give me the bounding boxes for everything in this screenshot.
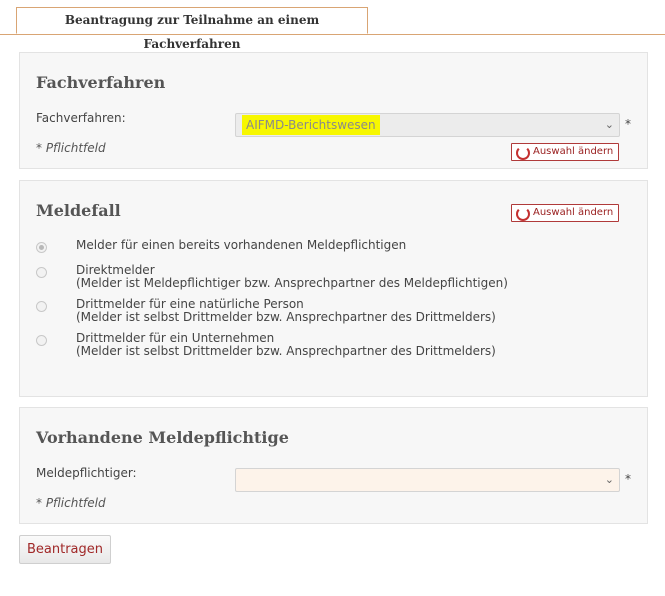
- section-title-fachverfahren: Fachverfahren: [36, 73, 166, 92]
- meldefall-option-label: Drittmelder für ein Unternehmen (Melder …: [76, 331, 496, 358]
- chevron-down-icon: ⌄: [604, 118, 614, 131]
- change-selection-label: Auswahl ändern: [533, 146, 614, 157]
- fachverfahren-selected-value: AIFMD-Berichtswesen: [242, 114, 380, 136]
- fachverfahren-select[interactable]: AIFMD-Berichtswesen ⌄: [235, 113, 620, 137]
- required-note: * Pflichtfeld: [36, 141, 106, 155]
- meldefall-option[interactable]: Drittmelder für eine natürliche Person (…: [36, 298, 636, 326]
- meldefall-option-label: Direktmelder (Melder ist Meldepflichtige…: [76, 263, 508, 290]
- fachverfahren-label: Fachverfahren:: [36, 111, 126, 125]
- tab-underline: [0, 34, 665, 35]
- meldefall-option-label: Melder für einen bereits vorhandenen Mel…: [76, 238, 407, 252]
- refresh-icon: [516, 146, 530, 160]
- radio-button[interactable]: [36, 335, 47, 346]
- change-selection-button-fachverfahren[interactable]: Auswahl ändern: [511, 143, 619, 161]
- section-title-meldepflichtige: Vorhandene Meldepflichtige: [36, 428, 289, 447]
- submit-button[interactable]: Beantragen: [19, 535, 111, 564]
- required-mark: *: [625, 472, 631, 486]
- meldefall-option[interactable]: Melder für einen bereits vorhandenen Mel…: [36, 239, 636, 253]
- meldefall-option[interactable]: Drittmelder für ein Unternehmen (Melder …: [36, 332, 636, 360]
- chevron-down-icon: ⌄: [604, 473, 614, 486]
- section-title-meldefall: Meldefall: [36, 201, 121, 220]
- refresh-icon: [516, 207, 530, 221]
- tab-beantragung[interactable]: Beantragung zur Teilnahme an einem Fachv…: [16, 7, 368, 51]
- panel-meldepflichtige: Vorhandene Meldepflichtige Meldepflichti…: [19, 407, 648, 524]
- meldefall-option-label: Drittmelder für eine natürliche Person (…: [76, 297, 496, 324]
- meldepflichtiger-select[interactable]: ⌄: [235, 468, 620, 492]
- tab-bar: Beantragung zur Teilnahme an einem Fachv…: [0, 0, 665, 51]
- required-mark: *: [625, 117, 631, 131]
- meldefall-option[interactable]: Direktmelder (Melder ist Meldepflichtige…: [36, 264, 636, 292]
- radio-button[interactable]: [36, 242, 47, 253]
- change-selection-button-meldefall[interactable]: Auswahl ändern: [511, 204, 619, 222]
- required-note: * Pflichtfeld: [36, 496, 106, 510]
- panel-meldefall: Meldefall Auswahl ändern Melder für eine…: [19, 180, 648, 397]
- change-selection-label: Auswahl ändern: [533, 207, 614, 218]
- panel-fachverfahren: Fachverfahren Fachverfahren: AIFMD-Beric…: [19, 52, 648, 169]
- radio-button[interactable]: [36, 267, 47, 278]
- meldepflichtiger-label: Meldepflichtiger:: [36, 466, 137, 480]
- radio-button[interactable]: [36, 301, 47, 312]
